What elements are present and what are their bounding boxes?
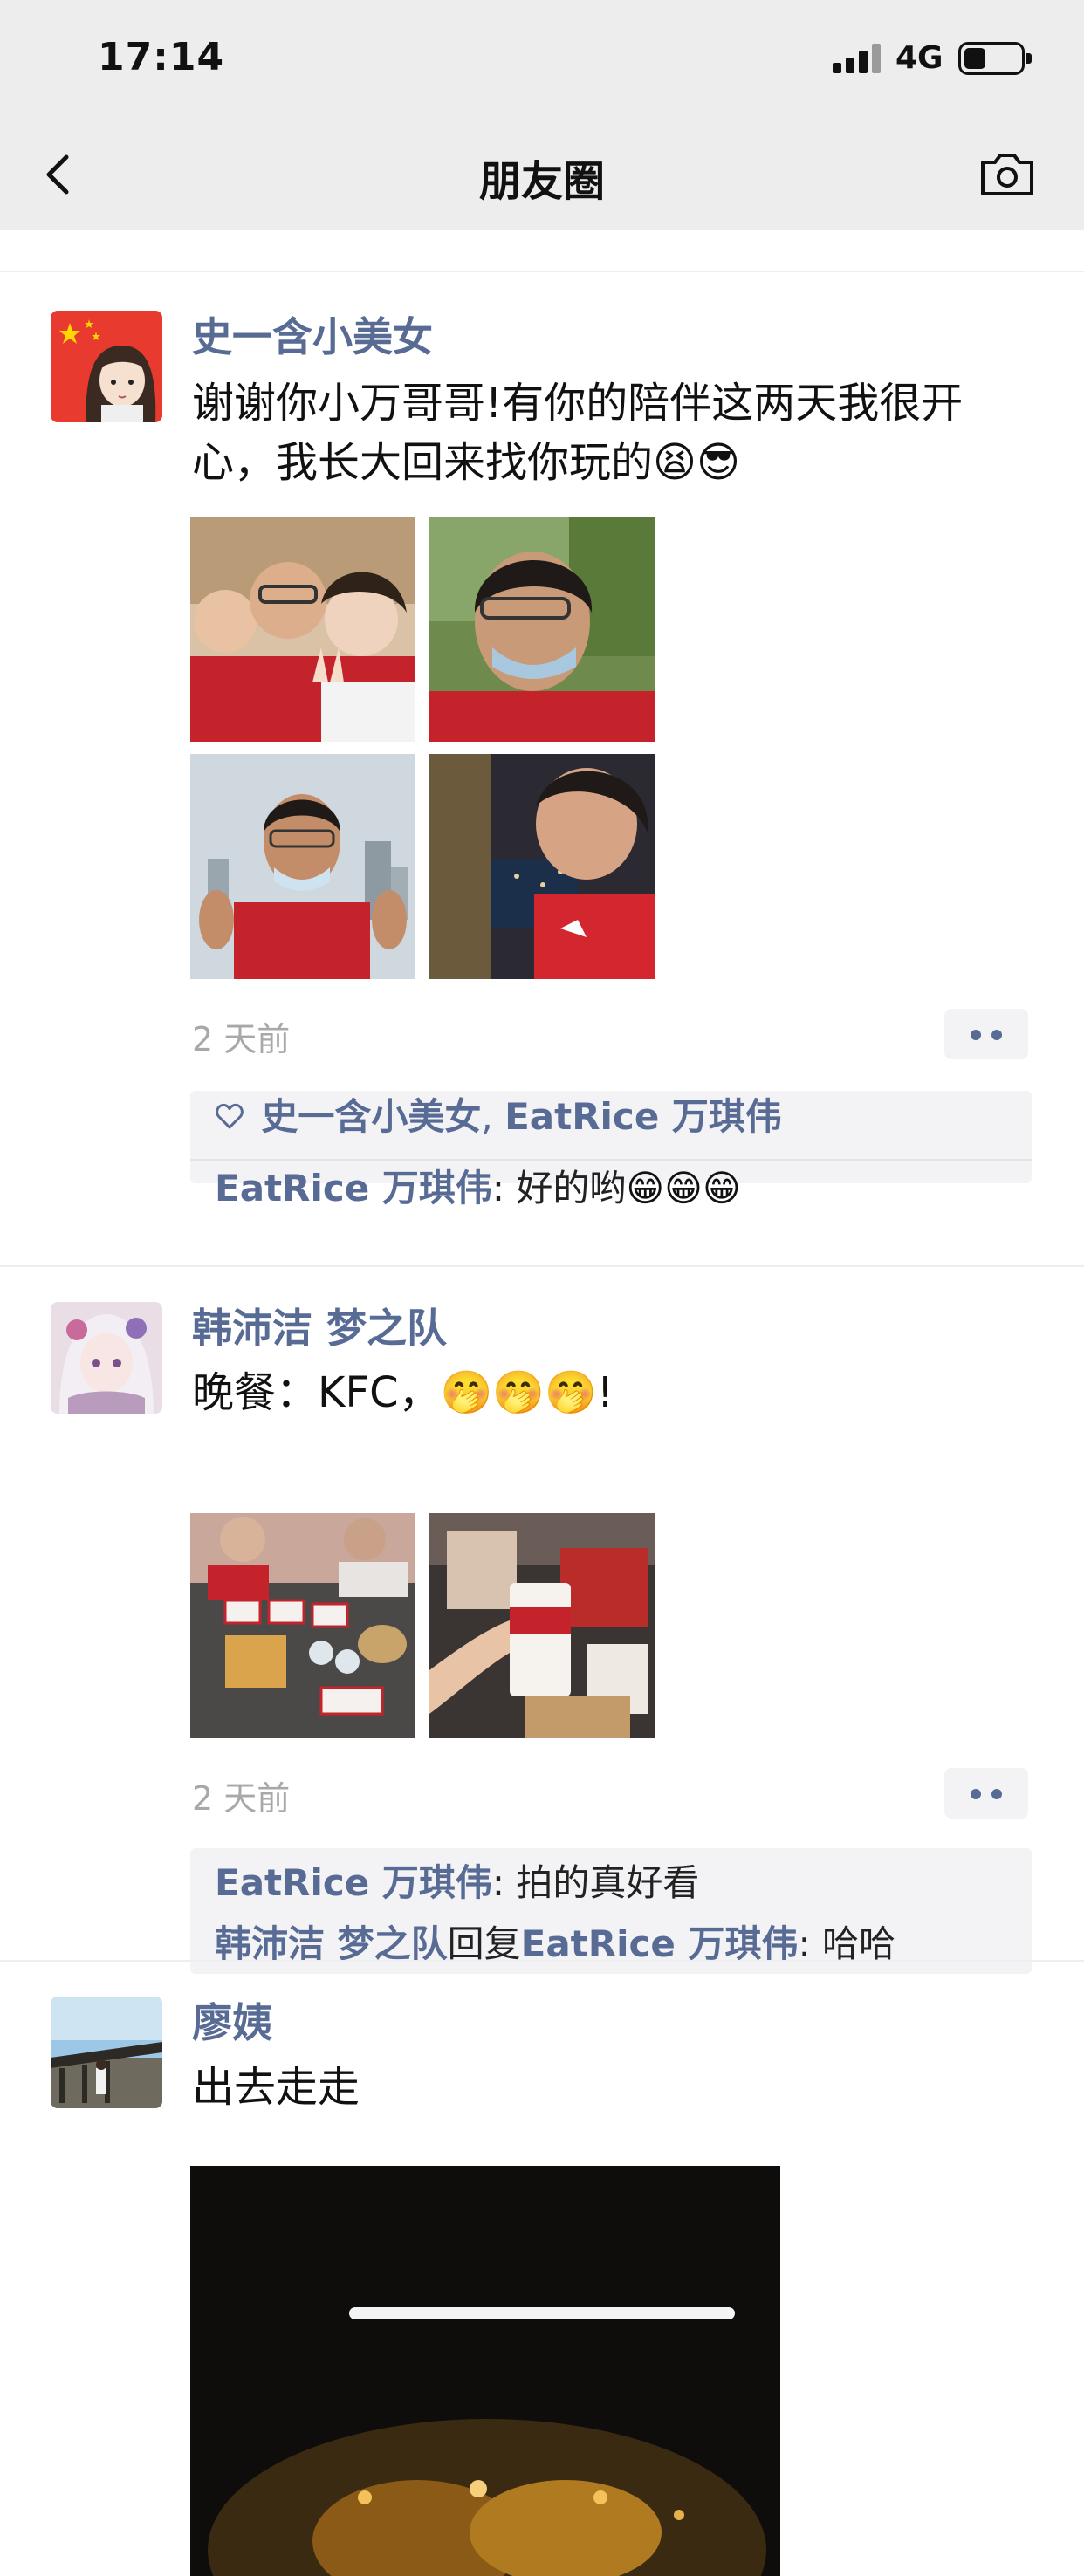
post-photo[interactable] bbox=[429, 754, 655, 979]
avatar[interactable] bbox=[51, 1997, 162, 2108]
battery-icon bbox=[958, 42, 1032, 75]
status-time: 17:14 bbox=[98, 35, 225, 79]
comment-author[interactable]: 韩沛洁 梦之队 bbox=[215, 1922, 448, 1965]
post-text-line: 心，我长大回来找你玩的😫😎 bbox=[192, 438, 741, 487]
likes-row: 史一含小美女, EatRice 万琪伟 bbox=[215, 1093, 782, 1144]
post-text-line: 谢谢你小万哥哥!有你的陪伴这两天我很开 bbox=[192, 379, 964, 428]
post-photo[interactable] bbox=[190, 2166, 780, 2576]
post-author-name[interactable]: 史一含小美女 bbox=[192, 305, 433, 363]
heart-outline-icon bbox=[215, 1095, 250, 1144]
likes-comments-box: 史一含小美女, EatRice 万琪伟 EatRice 万琪伟: 好的哟😁😁😁 bbox=[190, 1091, 1032, 1209]
nav-bar: 朋友圈 bbox=[0, 122, 1084, 230]
comment-text: : 哈哈 bbox=[798, 1922, 896, 1965]
comments-box: EatRice 万琪伟: 拍的真好看 韩沛洁 梦之队回复EatRice 万琪伟:… bbox=[190, 1848, 1032, 1974]
comment-row[interactable]: EatRice 万琪伟: 拍的真好看 bbox=[215, 1859, 699, 1908]
post-photo[interactable] bbox=[190, 754, 415, 979]
comment-emoji: 😁😁😁 bbox=[626, 1167, 741, 1209]
more-dots-icon[interactable] bbox=[944, 1009, 1028, 1059]
camera-icon[interactable] bbox=[978, 145, 1037, 204]
post-author-name[interactable]: 廖姨 bbox=[192, 1991, 272, 2049]
status-bar: 17:14 4G bbox=[0, 0, 1084, 122]
post-author-name[interactable]: 韩沛洁 梦之队 bbox=[192, 1297, 447, 1354]
avatar[interactable] bbox=[51, 311, 162, 422]
page-title: 朋友圈 bbox=[478, 157, 605, 206]
reply-target[interactable]: EatRice 万琪伟 bbox=[521, 1922, 799, 1965]
comment-row[interactable]: EatRice 万琪伟: 好的哟😁😁😁 bbox=[215, 1164, 741, 1213]
comment-author[interactable]: EatRice 万琪伟 bbox=[215, 1167, 492, 1209]
like-name[interactable]: EatRice 万琪伟 bbox=[504, 1095, 782, 1138]
post-divider bbox=[0, 1960, 1084, 1962]
more-dots-icon[interactable] bbox=[944, 1768, 1028, 1819]
post-text: 晚餐：KFC，🤭🤭🤭! bbox=[192, 1368, 614, 1417]
comment-text: : 拍的真好看 bbox=[491, 1861, 700, 1904]
post-time: 2 天前 bbox=[192, 1020, 291, 1058]
reply-word: 回复 bbox=[447, 1922, 521, 1965]
like-name[interactable]: 史一含小美女 bbox=[261, 1095, 481, 1138]
signal-icon bbox=[833, 44, 882, 73]
post-divider bbox=[0, 271, 1084, 272]
post-photo[interactable] bbox=[429, 517, 655, 742]
post-photo[interactable] bbox=[429, 1513, 655, 1738]
comment-text: : 好的哟 bbox=[491, 1167, 627, 1209]
post-time: 2 天前 bbox=[192, 1779, 291, 1818]
comment-author[interactable]: EatRice 万琪伟 bbox=[215, 1861, 492, 1904]
post-photo[interactable] bbox=[190, 1513, 415, 1738]
avatar[interactable] bbox=[51, 1302, 162, 1414]
post-text: 出去走走 bbox=[192, 2063, 360, 2112]
home-indicator bbox=[349, 2307, 735, 2319]
network-type: 4G bbox=[895, 40, 943, 76]
post-text: 谢谢你小万哥哥!有你的陪伴这两天我很开 心，我长大回来找你玩的😫😎 bbox=[192, 373, 1030, 492]
post-photo[interactable] bbox=[190, 517, 415, 742]
post-divider bbox=[0, 1265, 1084, 1267]
likes-separator bbox=[190, 1159, 1032, 1161]
like-separator: , bbox=[481, 1095, 505, 1138]
